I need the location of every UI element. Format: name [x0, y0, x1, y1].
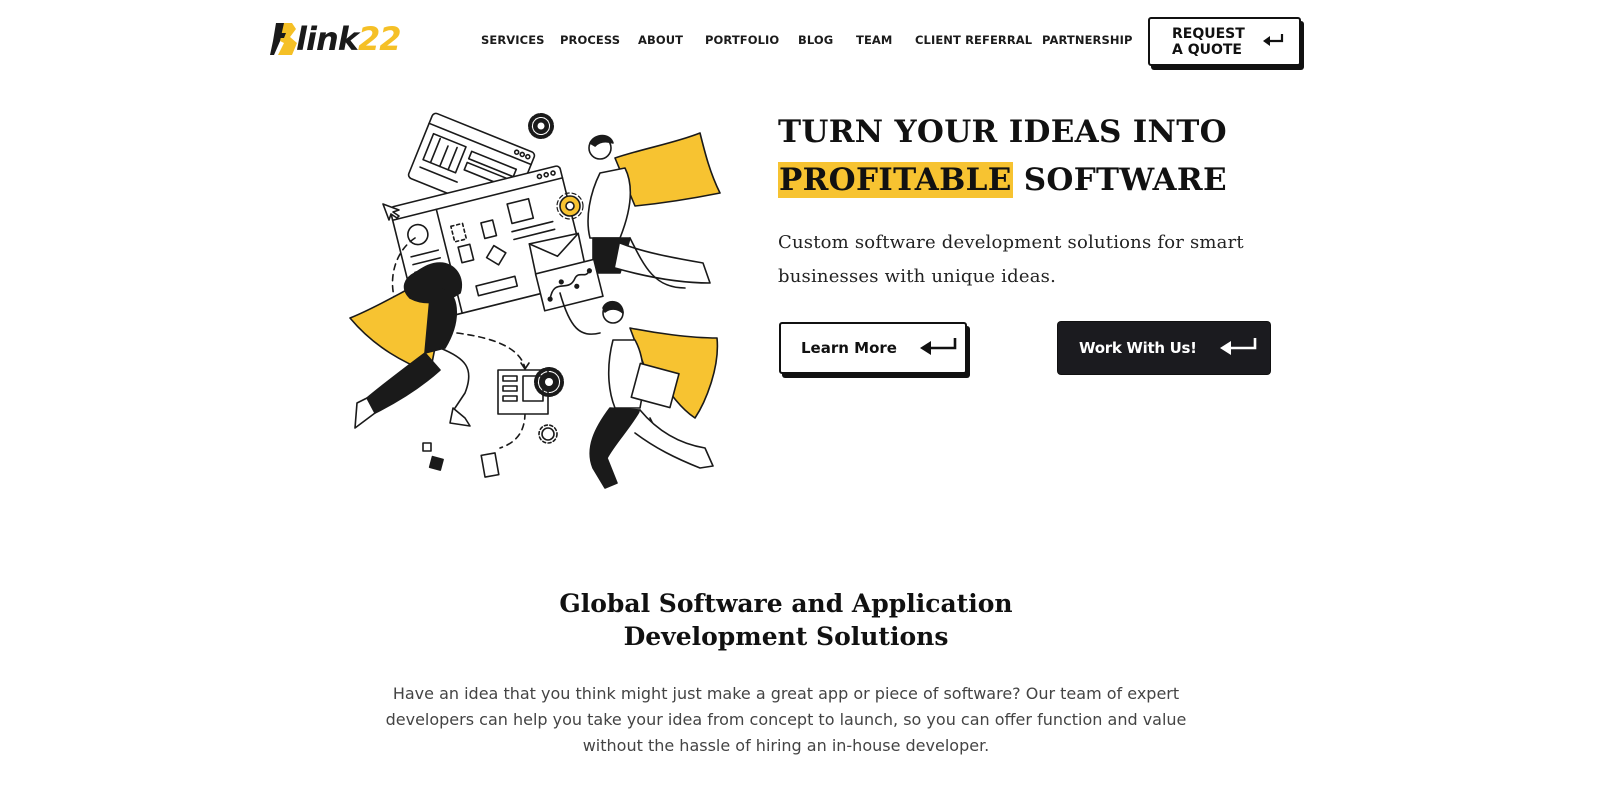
section-title-line1: Global Software and Application [559, 589, 1013, 618]
logo[interactable]: link22 [270, 18, 415, 60]
nav-team[interactable]: TEAM [856, 33, 915, 47]
yellow-gear-icon [556, 192, 584, 220]
enter-arrow-icon [1262, 32, 1284, 51]
nav-client-referral[interactable]: CLIENT REFERRAL [915, 33, 1042, 47]
work-with-us-label: Work With Us! [1079, 339, 1197, 357]
request-quote-line2: A QUOTE [1172, 41, 1242, 58]
gear-icon [528, 113, 554, 139]
nav-about[interactable]: ABOUT [638, 33, 705, 47]
nav-partnership[interactable]: PARTNERSHIP [1042, 33, 1142, 47]
section-body: Have an idea that you think might just m… [385, 684, 1187, 755]
hero-subtitle: Custom software development solutions fo… [778, 232, 1244, 287]
logo-text-main: link [296, 20, 359, 58]
hero-title-highlight: PROFITABLE [778, 162, 1013, 198]
hero-title: TURN YOUR IDEAS INTO PROFITABLE SOFTWARE [778, 108, 1227, 204]
enter-arrow-icon [1219, 337, 1257, 359]
request-quote-line1: REQUEST [1172, 25, 1245, 42]
gear-outline-icon [538, 424, 558, 444]
logo-wordmark: link22 [296, 20, 402, 58]
section-title: Global Software and Application Developm… [0, 587, 1572, 653]
site-header: link22 SERVICES PROCESS ABOUT PORTFOLIO … [0, 0, 1600, 84]
hero-title-line1: TURN YOUR IDEAS INTO [778, 114, 1227, 150]
learn-more-label: Learn More [801, 339, 897, 357]
section-title-line2: Development Solutions [623, 622, 949, 651]
request-quote-button[interactable]: REQUEST A QUOTE [1148, 17, 1301, 66]
nav-process[interactable]: PROCESS [560, 33, 638, 47]
enter-arrow-icon [919, 337, 957, 359]
hero-title-rest: SOFTWARE [1012, 162, 1227, 198]
nav-portfolio[interactable]: PORTFOLIO [705, 33, 798, 47]
gear-dark-icon [534, 367, 564, 397]
bolt-b-icon [270, 21, 297, 57]
request-quote-label: REQUEST A QUOTE [1172, 26, 1252, 58]
nav-services[interactable]: SERVICES [481, 33, 560, 47]
hero-illustration [345, 108, 730, 493]
logo-text-accent: 22 [358, 20, 402, 58]
main-nav: SERVICES PROCESS ABOUT PORTFOLIO BLOG TE… [481, 33, 1142, 47]
nav-blog[interactable]: BLOG [798, 33, 856, 47]
work-with-us-button[interactable]: Work With Us! [1058, 322, 1270, 374]
learn-more-button[interactable]: Learn More [779, 322, 967, 374]
